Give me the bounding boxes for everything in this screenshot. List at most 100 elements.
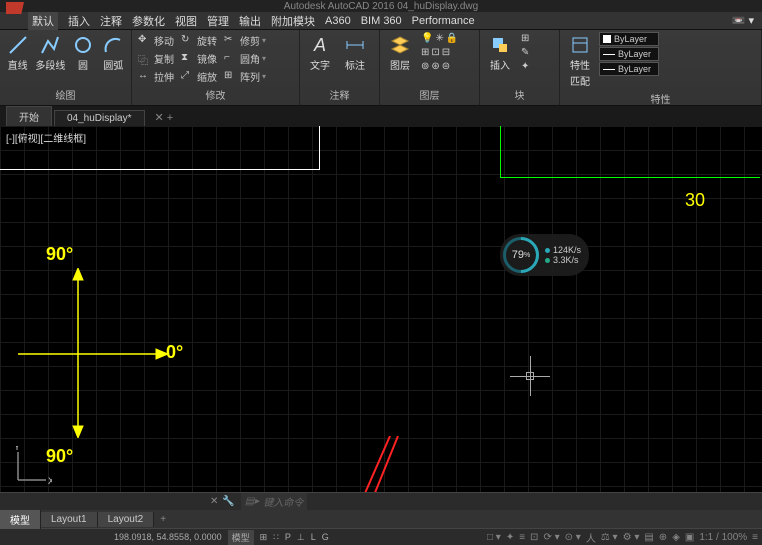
download-dot-icon bbox=[545, 258, 550, 263]
rotate-icon: ↻ bbox=[181, 34, 195, 48]
insert-icon bbox=[489, 34, 511, 56]
layout-tab-add-icon[interactable]: + bbox=[154, 512, 172, 527]
polyline-button[interactable]: 多段线 bbox=[34, 32, 66, 74]
line-button[interactable]: 直线 bbox=[4, 32, 31, 74]
layer-state-2[interactable]: ⊞⊡⊟ bbox=[419, 46, 460, 59]
autocad-app-icon[interactable] bbox=[6, 2, 24, 14]
mirror-button[interactable]: ⧗镜像 bbox=[179, 50, 219, 67]
status-grid-icon[interactable]: ⊞ bbox=[260, 532, 268, 543]
status-qcycle-icon[interactable]: ⟳ ▾ bbox=[543, 532, 559, 543]
ribbon-tabs: 默认 插入 注释 参数化 视图 管理 输出 附加模块 A360 BIM 360 … bbox=[0, 12, 762, 30]
status-ws-icon[interactable]: ⚙ ▾ bbox=[623, 532, 640, 543]
status-clean-icon[interactable]: ▣ bbox=[685, 532, 694, 543]
arc-button[interactable]: 圆弧 bbox=[100, 32, 127, 74]
circle-icon bbox=[72, 34, 94, 56]
block-create[interactable]: ⊞ bbox=[519, 32, 531, 45]
drawing-object-rect-white[interactable] bbox=[0, 126, 320, 170]
layer-icon bbox=[389, 34, 411, 56]
trim-button[interactable]: ✂修剪▾ bbox=[222, 32, 268, 49]
ribbon-tab[interactable]: 输出 bbox=[239, 13, 261, 29]
ribbon-tab[interactable]: 插入 bbox=[68, 13, 90, 29]
file-tab-add-icon[interactable]: ✕ + bbox=[147, 109, 182, 126]
polyline-icon bbox=[39, 34, 61, 56]
fillet-button[interactable]: ⌐圆角▾ bbox=[222, 50, 268, 67]
status-hw-icon[interactable]: ⊕ bbox=[659, 532, 667, 543]
ribbon-tab[interactable]: 注释 bbox=[100, 13, 122, 29]
status-toggle[interactable]: ⊥ bbox=[297, 532, 305, 543]
color-bylayer[interactable]: ByLayer bbox=[599, 32, 659, 46]
array-icon: ⊞ bbox=[224, 70, 238, 84]
lineweight-bylayer[interactable]: ByLayer bbox=[599, 47, 659, 61]
scale-icon: ⤢ bbox=[181, 70, 195, 84]
status-3d-icon[interactable]: ⊙ ▾ bbox=[565, 532, 581, 543]
status-toggle[interactable]: G bbox=[322, 532, 329, 542]
props-button[interactable]: 特性 匹配 bbox=[564, 32, 596, 90]
layout-tab-model[interactable]: 模型 bbox=[0, 510, 41, 529]
circle-button[interactable]: 圆 bbox=[69, 32, 96, 74]
rotate-button[interactable]: ↻旋转 bbox=[179, 32, 219, 49]
ribbon-search-icon[interactable]: 📼 ▾ bbox=[732, 14, 754, 27]
floating-monitor-widget[interactable]: 79% 124K/s 3.3K/s bbox=[500, 234, 589, 276]
status-space-button[interactable]: 模型 bbox=[228, 530, 254, 545]
file-tab-document[interactable]: 04_huDisplay* bbox=[54, 110, 145, 126]
ribbon-tab[interactable]: 附加模块 bbox=[271, 13, 315, 29]
status-annscale-icon[interactable]: ⚖ ▾ bbox=[601, 532, 618, 543]
layer-state-3[interactable]: ⊚⊛⊜ bbox=[419, 60, 460, 73]
grid bbox=[0, 126, 762, 492]
status-toggle[interactable]: P bbox=[285, 532, 291, 542]
status-lwt-icon[interactable]: ≡ bbox=[519, 532, 525, 543]
status-zoom-readout[interactable]: 1:1 / 100% bbox=[699, 532, 747, 543]
ribbon-tab[interactable]: 管理 bbox=[207, 13, 229, 29]
layout-tab-1[interactable]: Layout1 bbox=[41, 512, 98, 527]
layer-state-1[interactable]: 💡✳🔒 bbox=[419, 32, 460, 45]
status-iso-icon[interactable]: ◈ bbox=[672, 532, 680, 543]
insert-button[interactable]: 插入 bbox=[484, 32, 516, 74]
block-edit[interactable]: ✎ bbox=[519, 46, 531, 59]
move-button[interactable]: ✥移动 bbox=[136, 32, 176, 49]
file-tabs: 开始 04_huDisplay* ✕ + bbox=[0, 106, 762, 126]
ribbon-tab[interactable]: BIM 360 bbox=[361, 15, 402, 27]
ribbon-tab[interactable]: 默认 bbox=[28, 12, 58, 30]
ribbon-group-annot: A 文字 标注 注释 bbox=[300, 30, 380, 105]
drawing-object-rect-green[interactable] bbox=[500, 126, 760, 178]
stretch-icon: ↔ bbox=[138, 70, 152, 84]
dim-button[interactable]: 标注 bbox=[339, 32, 371, 74]
ribbon-group-block: 插入 ⊞ ✎ ✦ 块 bbox=[480, 30, 560, 105]
drawing-viewport[interactable]: [-][俯视][二维线框] 30 90° 0° 90° 79% 124K/s 3… bbox=[0, 126, 762, 492]
layout-tab-2[interactable]: Layout2 bbox=[98, 512, 155, 527]
arrow-horizontal[interactable] bbox=[18, 344, 168, 364]
widget-stats: 124K/s 3.3K/s bbox=[545, 245, 581, 265]
ribbon-group-label: 注释 bbox=[304, 86, 375, 103]
array-button[interactable]: ⊞阵列▾ bbox=[222, 68, 268, 85]
linetype-bylayer[interactable]: ByLayer bbox=[599, 62, 659, 76]
cmd-wrench-icon[interactable]: 🔧 bbox=[222, 496, 234, 507]
status-osnap-icon[interactable]: □ ▾ bbox=[487, 532, 501, 543]
status-ann-icon[interactable]: 人 bbox=[586, 530, 596, 545]
status-dyn-icon[interactable]: ✦ bbox=[506, 532, 514, 543]
layer-props-button[interactable]: 图层 bbox=[384, 32, 416, 74]
cmd-close-icon[interactable]: ✕ bbox=[210, 496, 218, 507]
status-custom-icon[interactable]: ≡ bbox=[752, 532, 758, 543]
block-attr[interactable]: ✦ bbox=[519, 60, 531, 73]
status-trans-icon[interactable]: ⊡ bbox=[530, 532, 538, 543]
stretch-button[interactable]: ↔拉伸 bbox=[136, 68, 176, 85]
ribbon-tab[interactable]: 参数化 bbox=[132, 13, 165, 29]
command-line[interactable]: ✕ 🔧 ▤▸ 键入命令 bbox=[0, 492, 762, 510]
text-button[interactable]: A 文字 bbox=[304, 32, 336, 74]
ribbon-tab[interactable]: A360 bbox=[325, 15, 351, 27]
scale-button[interactable]: ⤢缩放 bbox=[179, 68, 219, 85]
widget-percent-gauge: 79% bbox=[503, 237, 539, 273]
status-toggle[interactable]: L bbox=[311, 532, 316, 542]
ribbon-tab[interactable]: 视图 bbox=[175, 13, 197, 29]
status-snap-icon[interactable]: ∷ bbox=[273, 532, 279, 543]
ucs-icon[interactable]: Y X bbox=[12, 446, 52, 486]
status-monitor-icon[interactable]: ▤ bbox=[644, 532, 653, 543]
command-input[interactable]: ▤▸ 键入命令 bbox=[241, 493, 307, 510]
copy-button[interactable]: ⿻复制 bbox=[136, 50, 176, 67]
file-tab-start[interactable]: 开始 bbox=[6, 106, 52, 126]
ribbon-tab[interactable]: Performance bbox=[412, 15, 475, 27]
cmd-prompt-icon: ▤▸ bbox=[245, 496, 259, 507]
coordinates-readout[interactable]: 198.0918, 54.8558, 0.0000 bbox=[114, 532, 222, 542]
drawing-text-30[interactable]: 30 bbox=[685, 190, 705, 211]
svg-text:X: X bbox=[48, 476, 52, 486]
